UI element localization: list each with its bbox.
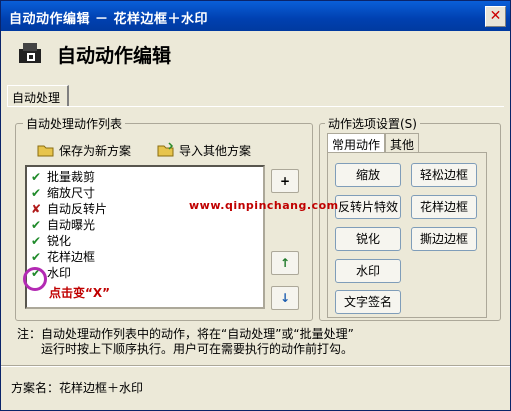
help-note: 注：自动处理动作列表中的动作，将在“自动处理”或“批量处理” 运行时按上下顺序执…	[17, 327, 354, 357]
list-item[interactable]: ✔ 批量裁剪	[29, 169, 96, 185]
folder-open-icon	[37, 142, 55, 158]
list-item[interactable]: ✔ 缩放尺寸	[29, 185, 96, 201]
pattern-border-button[interactable]: 花样边框	[411, 195, 477, 219]
import-scheme-button[interactable]: 导入其他方案	[157, 139, 251, 161]
film-effect-button[interactable]: 反转片特效	[335, 195, 401, 219]
move-down-button[interactable]: ↓	[271, 286, 299, 310]
import-scheme-label: 导入其他方案	[179, 143, 252, 158]
cross-icon[interactable]: ✘	[29, 202, 43, 216]
page-heading: 自动动作编辑	[57, 45, 172, 67]
highlight-circle	[23, 267, 47, 291]
scale-button[interactable]: 缩放	[335, 163, 401, 187]
sharpen-button[interactable]: 锐化	[335, 227, 401, 251]
tab-common-actions[interactable]: 常用动作	[327, 133, 386, 153]
save-scheme-label: 保存为新方案	[59, 143, 132, 158]
tab-other[interactable]: 其他	[385, 133, 420, 153]
list-item[interactable]: ✔ 花样边框	[29, 249, 96, 265]
list-item-label: 水印	[47, 266, 72, 280]
torn-border-button[interactable]: 撕边边框	[411, 227, 477, 251]
help-note-line2: 运行时按上下顺序执行。用户可在需要执行的动作前打勾。	[41, 342, 354, 356]
status-divider	[1, 365, 510, 367]
close-button[interactable]: ✕	[485, 6, 506, 27]
add-action-button[interactable]: +	[271, 169, 299, 193]
checkmark-icon[interactable]: ✔	[29, 234, 43, 248]
list-item[interactable]: ✔ 自动曝光	[29, 217, 96, 233]
text-signature-button[interactable]: 文字签名	[335, 290, 401, 314]
checkmark-icon[interactable]: ✔	[29, 186, 43, 200]
folder-import-icon	[157, 142, 175, 158]
tab-auto-process[interactable]: 自动处理	[7, 85, 69, 107]
easy-border-button[interactable]: 轻松边框	[411, 163, 477, 187]
list-item-label: 批量裁剪	[47, 170, 96, 184]
action-list-group-label: 自动处理动作列表	[23, 115, 126, 132]
site-watermark: www.qinpinchang.com	[189, 199, 339, 212]
header-area: 自动动作编辑	[1, 31, 510, 78]
save-scheme-button[interactable]: 保存为新方案	[37, 139, 131, 161]
help-note-line1: 注：自动处理动作列表中的动作，将在“自动处理”或“批量处理”	[17, 327, 354, 341]
list-item-label: 缩放尺寸	[47, 186, 96, 200]
list-item-label: 花样边框	[47, 250, 96, 264]
click-annotation: 点击变“X”	[49, 286, 111, 300]
move-up-button[interactable]: ↑	[271, 251, 299, 275]
checkmark-icon[interactable]: ✔	[29, 218, 43, 232]
list-item[interactable]: ✘ 自动反转片	[29, 201, 108, 217]
window-title: 自动动作编辑 － 花样边框＋水印	[9, 12, 209, 27]
checkmark-icon[interactable]: ✔	[29, 250, 43, 264]
checkmark-icon[interactable]: ✔	[29, 170, 43, 184]
list-item[interactable]: ✔ 锐化	[29, 233, 72, 249]
watermark-button[interactable]: 水印	[335, 259, 401, 283]
scheme-name: 方案名：花样边框＋水印	[11, 381, 144, 395]
list-item-label: 自动反转片	[47, 202, 108, 216]
title-bar[interactable]: 自动动作编辑 － 花样边框＋水印 ✕	[1, 1, 510, 31]
app-logo-icon	[19, 43, 41, 63]
list-item-label: 锐化	[47, 234, 72, 248]
action-options-group-label: 动作选项设置(S)	[325, 115, 420, 132]
dialog-window: 自动动作编辑 － 花样边框＋水印 ✕ 自动动作编辑 自动处理 自动处理动作列表 …	[0, 0, 511, 411]
list-item-label: 自动曝光	[47, 218, 96, 232]
